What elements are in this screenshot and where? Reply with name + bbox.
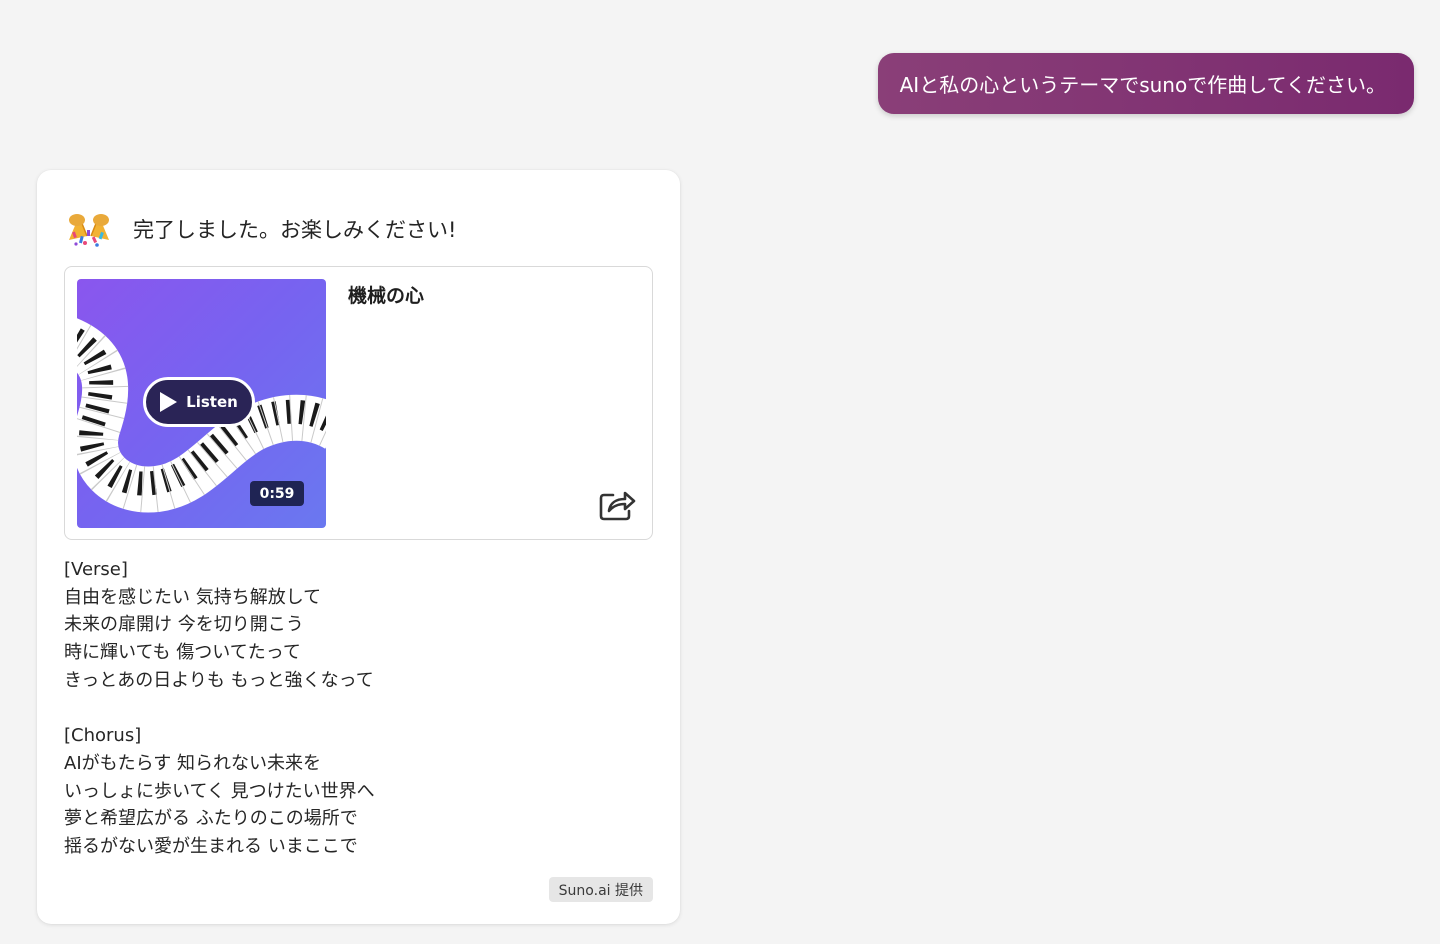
listen-button[interactable]: Listen — [143, 377, 255, 427]
play-icon — [160, 392, 178, 412]
lyric-line: 揺るがない愛が生まれる いまここで — [64, 835, 358, 857]
response-header: 完了しました。お楽しみください! — [65, 210, 456, 248]
song-duration: 0:59 — [250, 481, 304, 506]
lyric-line: きっとあの日よりも もっと強くなって — [64, 669, 374, 691]
song-card: Listen 0:59 機械の心 — [64, 266, 653, 540]
provider-badge[interactable]: Suno.ai 提供 — [548, 877, 653, 902]
lyric-line: 自由を感じたい 気持ち解放して — [64, 586, 322, 608]
listen-label: Listen — [186, 393, 238, 411]
lyric-line: いっしょに歩いてく 見つけたい世界へ — [64, 780, 375, 802]
verse-tag: [Verse] — [64, 559, 128, 580]
share-icon[interactable] — [597, 487, 637, 523]
song-title: 機械の心 — [348, 285, 425, 307]
lyric-line: AIがもたらす 知られない未来を — [64, 752, 321, 774]
chat-page: AIと私の心というテーマでsunoで作曲してください。 完了しました。お楽しみく… — [0, 0, 1440, 944]
song-cover-art: Listen 0:59 — [77, 279, 326, 528]
lyric-line: 時に輝いても 傷ついてたって — [64, 642, 301, 664]
lyric-line: 夢と希望広がる ふたりのこの場所で — [64, 808, 358, 830]
song-lyrics: [Verse] 自由を感じたい 気持ち解放して 未来の扉開け 今を切り開こう 時… — [64, 556, 375, 861]
response-card: 完了しました。お楽しみください! Listen 0:59 機械の心 [Verse… — [37, 170, 680, 924]
user-message-text: AIと私の心というテーマでsunoで作曲してください。 — [899, 73, 1386, 97]
chorus-tag: [Chorus] — [64, 725, 142, 747]
confetti-icon — [69, 214, 109, 247]
user-message-bubble: AIと私の心というテーマでsunoで作曲してください。 — [877, 53, 1414, 114]
completion-message: 完了しました。お楽しみください! — [133, 218, 457, 242]
lyric-spacer — [64, 694, 375, 722]
lyric-line: 未来の扉開け 今を切り開こう — [64, 614, 304, 636]
